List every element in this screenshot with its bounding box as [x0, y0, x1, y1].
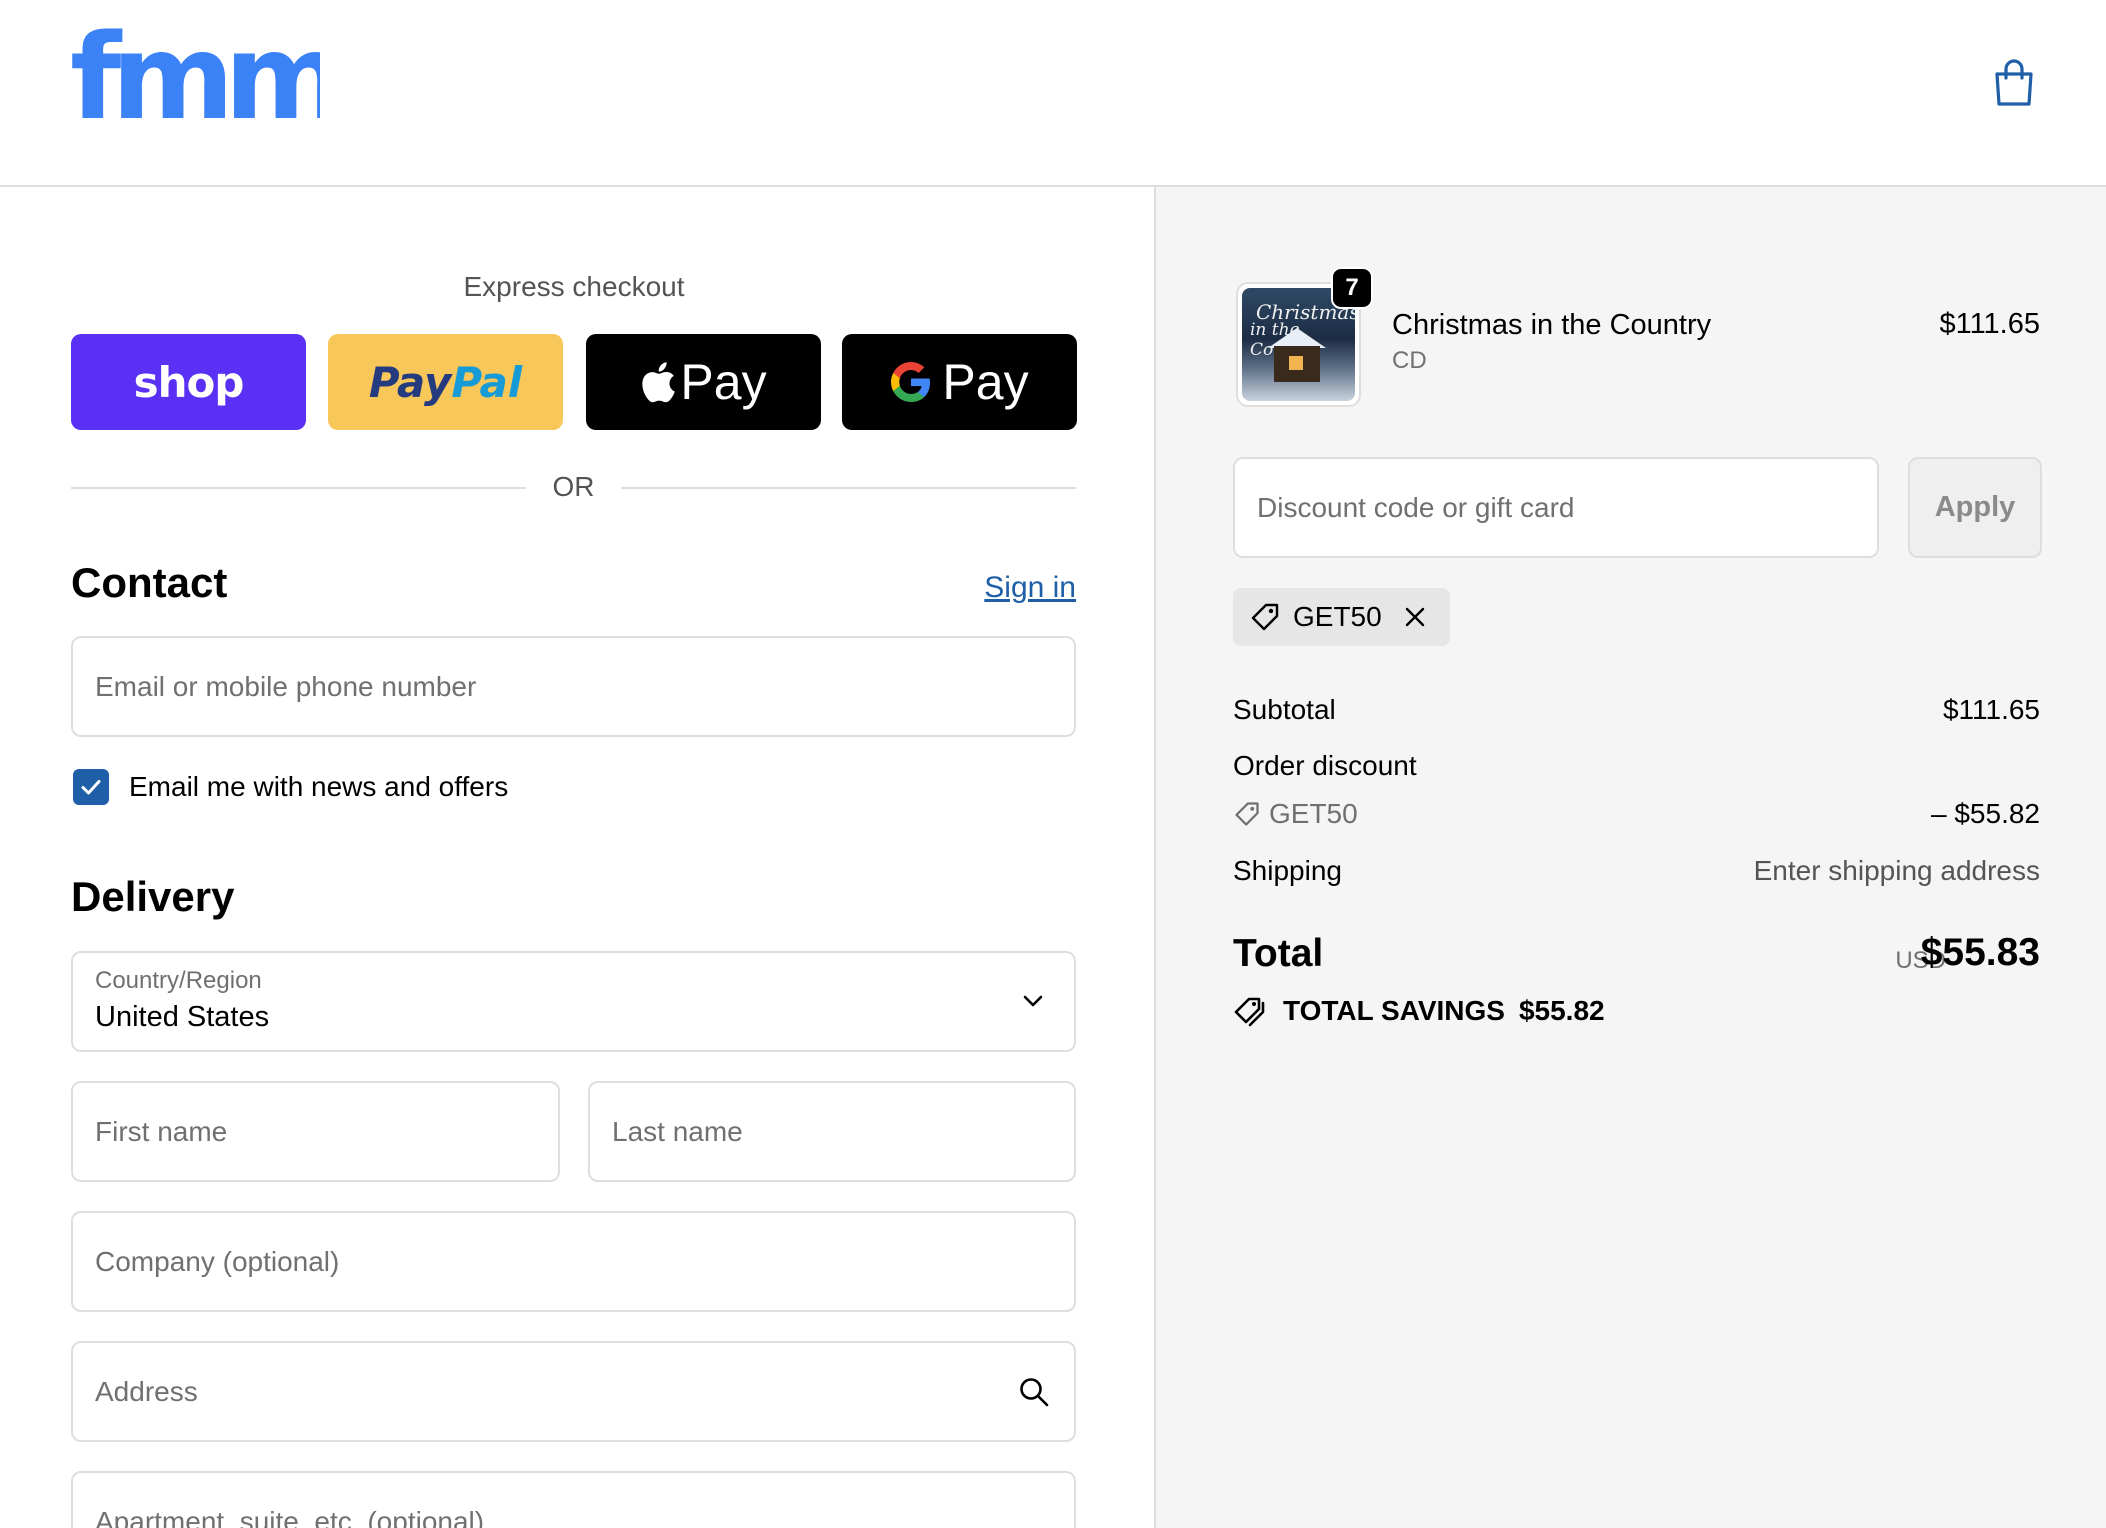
shipping-value: Enter shipping address: [1753, 855, 2040, 886]
email-field[interactable]: Email or mobile phone number: [71, 636, 1076, 737]
order-summary-column: Christmas in the Country 7 Christmas in …: [1154, 187, 2106, 1528]
country-label: Country/Region: [95, 967, 262, 994]
total-savings-value: $55.82: [1518, 995, 1605, 1026]
total-label: Total: [1233, 932, 1324, 975]
order-discount-label: Order discount: [1233, 750, 1417, 781]
shopping-bag-icon[interactable]: [1992, 58, 2036, 108]
shop-pay-label: shop: [133, 357, 245, 407]
checkmark-icon: [81, 780, 101, 795]
close-icon: [1405, 607, 1424, 627]
paypal-button[interactable]: Pay Pal: [328, 334, 563, 430]
product-name: Christmas in the Country: [1392, 309, 1712, 341]
apartment-placeholder: Apartment, suite, etc. (optional): [95, 1505, 485, 1528]
applied-discount-code: GET50: [1293, 601, 1382, 632]
tag-icon: [1251, 603, 1279, 631]
newsletter-label: Email me with news and offers: [129, 771, 509, 802]
remove-discount-button[interactable]: [1400, 602, 1430, 632]
total-savings-label: TOTAL SAVINGS: [1283, 995, 1505, 1026]
apple-icon: [642, 362, 676, 403]
google-g-icon: [891, 362, 931, 402]
email-placeholder: Email or mobile phone number: [95, 670, 477, 702]
apply-button[interactable]: Apply: [1908, 457, 2042, 558]
first-name-placeholder: First name: [95, 1115, 228, 1147]
newsletter-checkbox[interactable]: [73, 769, 109, 805]
address-field[interactable]: Address: [71, 1341, 1076, 1442]
tag-icon: [1235, 802, 1259, 826]
quantity-badge: 7: [1331, 267, 1373, 309]
svg-text:fmm: fmm: [70, 28, 320, 128]
company-field[interactable]: Company (optional): [71, 1211, 1076, 1312]
paypal-label-pay: Pay: [368, 357, 452, 407]
search-icon: [1020, 1378, 1049, 1407]
last-name-field[interactable]: Last name: [588, 1081, 1076, 1182]
apple-pay-label: Pay: [680, 354, 767, 410]
fmm-logo[interactable]: fmm: [70, 28, 320, 128]
site-header: fmm: [0, 0, 2106, 187]
country-select[interactable]: Country/Region United States: [71, 951, 1076, 1052]
or-text: OR: [552, 471, 595, 502]
shipping-label: Shipping: [1233, 855, 1342, 886]
checkout-form-column: Express checkout shop Pay Pal Pay Pay OR …: [0, 187, 1154, 1528]
tags-icon: [1234, 997, 1265, 1027]
contact-heading: Contact: [71, 559, 228, 606]
cover-house-roof: [1268, 328, 1326, 348]
apple-pay-button[interactable]: Pay: [586, 334, 821, 430]
subtotal-label: Subtotal: [1233, 694, 1336, 725]
cover-house-window: [1289, 356, 1303, 370]
product-variant: CD: [1392, 347, 1427, 374]
applied-discount-chip: GET50: [1233, 588, 1450, 646]
product-price: $111.65: [1939, 308, 2040, 340]
total-value: $55.83: [1920, 931, 2040, 974]
express-checkout-title: Express checkout: [463, 271, 685, 302]
delivery-heading: Delivery: [71, 873, 235, 920]
sign-in-link[interactable]: Sign in: [984, 571, 1076, 605]
discount-placeholder: Discount code or gift card: [1257, 491, 1575, 523]
order-discount-value: – $55.82: [1931, 798, 2040, 829]
first-name-field[interactable]: First name: [71, 1081, 560, 1182]
google-pay-label: Pay: [942, 354, 1029, 410]
apartment-field[interactable]: Apartment, suite, etc. (optional): [71, 1471, 1076, 1528]
last-name-placeholder: Last name: [612, 1115, 743, 1147]
discount-code-input[interactable]: Discount code or gift card: [1233, 457, 1879, 558]
total-savings-row: TOTAL SAVINGS $55.82: [1233, 995, 1605, 1027]
company-placeholder: Company (optional): [95, 1245, 340, 1277]
google-pay-button[interactable]: Pay: [842, 334, 1077, 430]
chevron-down-icon: [1023, 995, 1043, 1007]
country-value: United States: [95, 1001, 270, 1033]
subtotal-value: $111.65: [1942, 694, 2040, 725]
order-discount-code: GET50: [1269, 798, 1358, 829]
order-discount-code-row: GET50: [1233, 798, 1358, 830]
paypal-label-pal: Pal: [451, 357, 523, 407]
or-divider: OR: [71, 467, 1076, 507]
shop-pay-button[interactable]: shop: [71, 334, 306, 430]
address-placeholder: Address: [95, 1375, 198, 1407]
